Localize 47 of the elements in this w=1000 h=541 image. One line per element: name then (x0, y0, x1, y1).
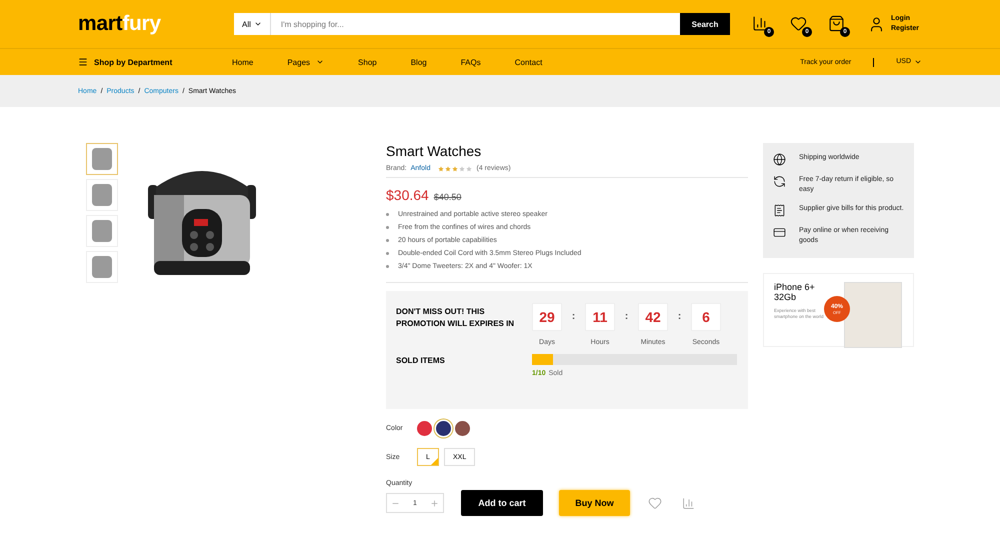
time-separator: : (570, 310, 576, 324)
globe-icon (773, 153, 786, 166)
time-separator: : (676, 310, 682, 324)
search-button[interactable]: Search (680, 13, 730, 35)
color-swatch[interactable] (455, 421, 470, 436)
countdown-value: 11 (585, 303, 615, 331)
bullet-icon (386, 252, 389, 255)
sold-items-label: SOLD ITEMS (396, 355, 446, 365)
bag-icon[interactable] (828, 15, 845, 32)
countdown-value: 6 (691, 303, 721, 331)
original-price: $40.50 (434, 192, 462, 202)
product-title: Smart Watches (386, 143, 482, 159)
nav-link[interactable]: Shop (358, 58, 377, 66)
bullet-icon (386, 265, 389, 268)
search-field[interactable]: I'm shopping for... (270, 13, 680, 35)
buy-now-button[interactable]: Buy Now (559, 490, 630, 516)
department-menu-label[interactable]: Shop by Department (94, 58, 172, 66)
refresh-icon (773, 175, 786, 188)
nav-link[interactable]: Home (232, 58, 254, 66)
credit-card-icon (773, 226, 786, 239)
countdown-value: 29 (532, 303, 562, 331)
heart-icon[interactable] (790, 15, 807, 32)
chevron-down-icon[interactable] (914, 58, 922, 66)
color-swatch[interactable] (436, 421, 451, 436)
chevron-down-icon[interactable] (254, 20, 262, 28)
logo-text[interactable]: mart (78, 12, 122, 36)
product-thumbnail[interactable] (86, 143, 118, 175)
bullet-icon (386, 239, 389, 242)
promo-title: iPhone 6+ 32Gb (774, 282, 816, 302)
chevron-down-icon[interactable] (316, 58, 324, 66)
color-swatch[interactable] (417, 421, 432, 436)
photo-placeholder (844, 282, 902, 348)
promotion-title: DON'T MISS OUT! THIS PROMOTION WILL EXPIRES IN (396, 306, 516, 330)
countdown-value: 42 (638, 303, 668, 331)
nav-link[interactable]: FAQs (460, 58, 481, 66)
menu-icon[interactable] (78, 57, 88, 67)
add-to-cart-button[interactable]: Add to cart (461, 490, 543, 516)
receipt-icon (773, 204, 786, 217)
nav-link[interactable]: Contact (514, 58, 542, 66)
user-icon[interactable] (868, 16, 885, 32)
bullet-icon (386, 226, 389, 229)
nav-link[interactable]: Blog (410, 58, 427, 66)
nav-link[interactable]: Pages (287, 58, 324, 66)
sale-price: $30.64 (386, 187, 429, 203)
time-separator: : (624, 310, 630, 324)
category-dropdown[interactable]: All (234, 13, 271, 35)
bullet-icon (386, 213, 389, 216)
